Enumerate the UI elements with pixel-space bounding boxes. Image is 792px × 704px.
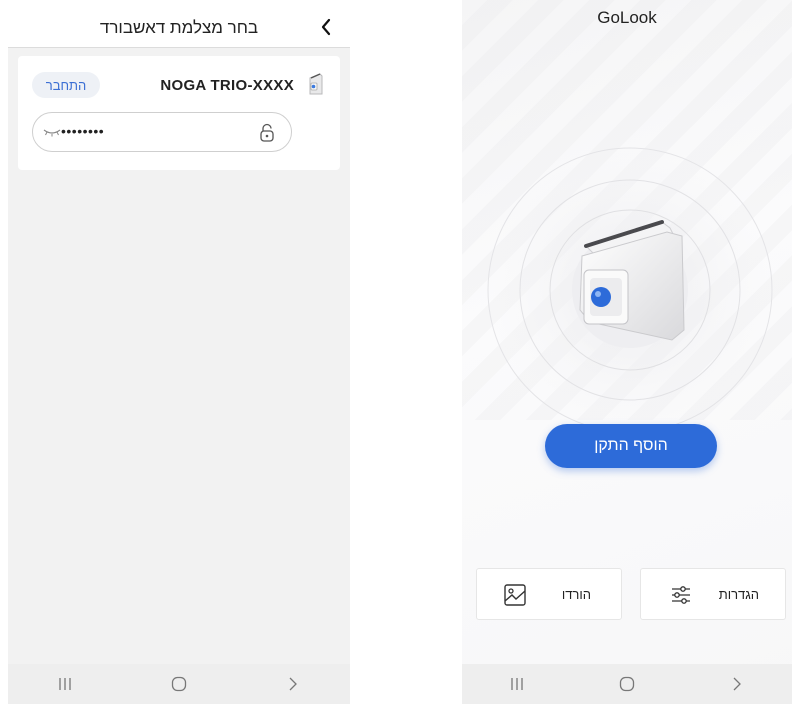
password-value: •••••••• (61, 123, 105, 139)
downloads-tile[interactable]: הורדו (476, 568, 622, 620)
recent-apps-button[interactable] (497, 664, 537, 704)
home-icon (619, 676, 635, 692)
chevron-right-icon (321, 18, 331, 36)
home-button[interactable] (607, 664, 647, 704)
recent-apps-icon (511, 678, 523, 690)
settings-label: הגדרות (718, 587, 759, 602)
recent-apps-icon (59, 678, 71, 690)
chevron-right-icon (733, 677, 741, 691)
home-screen: GoLook הוסף התקן הגדרות הורדו (462, 0, 792, 704)
recent-apps-button[interactable] (45, 664, 85, 704)
add-device-button[interactable]: הוסף התקן (545, 424, 717, 468)
system-back-button[interactable] (717, 664, 757, 704)
system-back-button[interactable] (273, 664, 313, 704)
lock-icon (260, 123, 274, 142)
eye-closed-icon[interactable] (43, 127, 61, 137)
connect-button[interactable]: התחבר (32, 72, 100, 98)
system-nav-bar (462, 664, 792, 704)
image-icon (504, 584, 526, 606)
back-button[interactable] (316, 16, 336, 38)
settings-tile[interactable]: הגדרות (640, 568, 786, 620)
password-field[interactable]: •••••••• (32, 112, 292, 152)
device-name: NOGA TRIO-XXXX (160, 77, 294, 94)
downloads-label: הורדו (561, 587, 591, 602)
device-card: NOGA TRIO-XXXX התחבר •••••••• (18, 56, 340, 170)
chevron-right-icon (289, 677, 297, 691)
dashcam-icon (309, 73, 323, 95)
sliders-icon (672, 586, 690, 604)
camera-select-screen: בחר מצלמת דאשבורד NOGA TRIO-XXXX התחבר •… (8, 8, 350, 704)
home-icon (171, 676, 187, 692)
system-nav-bar (8, 664, 350, 704)
home-button[interactable] (159, 664, 199, 704)
dashcam-illustration (487, 147, 773, 433)
top-bar: בחר מצלמת דאשבורד (8, 8, 350, 48)
page-title: בחר מצלמת דאשבורד (99, 18, 259, 37)
